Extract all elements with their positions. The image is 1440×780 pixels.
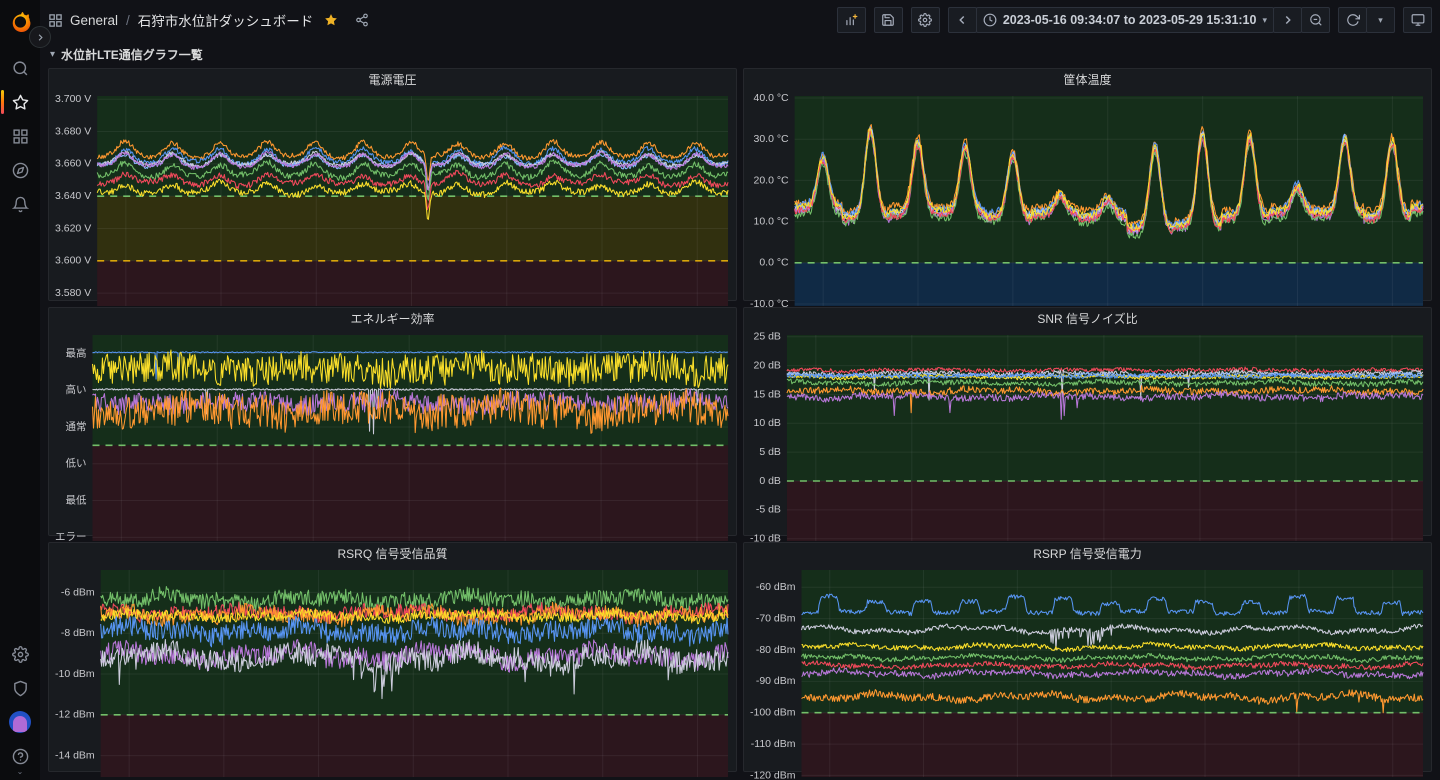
cycle-view-mode-button[interactable] xyxy=(1403,7,1432,33)
panel-title[interactable]: 筐体温度 xyxy=(744,69,1431,92)
panel-rsrp: RSRP 信号受信電力 xyxy=(743,542,1432,772)
sidebar: ⌄ xyxy=(0,0,40,780)
chart-enclosure-temperature[interactable] xyxy=(744,92,1431,323)
time-range-label: 2023-05-16 09:34:07 to 2023-05-29 15:31:… xyxy=(1003,13,1257,27)
chart-rsrp[interactable] xyxy=(744,566,1431,780)
zoom-out-time-button[interactable] xyxy=(1301,7,1330,33)
panel-energy-efficiency: エネルギー効率 xyxy=(48,307,737,536)
grafana-app: ⌄ General / 石狩市水位計ダッシュボード xyxy=(0,0,1440,780)
chart-energy-efficiency[interactable] xyxy=(49,331,736,558)
apps-icon xyxy=(48,13,63,28)
zoom-out-icon xyxy=(1309,13,1323,27)
sidebar-item-user-profile[interactable] xyxy=(0,705,40,739)
dashboards-grid-icon xyxy=(12,128,29,145)
chart-power-voltage[interactable] xyxy=(49,92,736,323)
refresh-interval-button[interactable]: ▾ xyxy=(1366,7,1395,33)
monitor-icon xyxy=(1411,13,1425,27)
sidebar-item-dashboards[interactable] xyxy=(0,119,40,153)
panel-title[interactable]: RSRP 信号受信電力 xyxy=(744,543,1431,566)
share-icon[interactable] xyxy=(355,13,369,27)
help-circle-icon xyxy=(12,748,29,765)
panel-title[interactable]: SNR 信号ノイズ比 xyxy=(744,308,1431,331)
chevron-down-icon: ▾ xyxy=(1378,15,1383,26)
chevron-down-icon: ▾ xyxy=(50,49,55,60)
clock-icon xyxy=(983,13,997,27)
chart-snr[interactable] xyxy=(744,331,1431,558)
panel-title[interactable]: エネルギー効率 xyxy=(49,308,736,331)
sidebar-item-starred[interactable] xyxy=(0,85,40,119)
gear-icon xyxy=(918,13,932,27)
chevron-left-icon xyxy=(955,13,969,27)
panel-rsrq: RSRQ 信号受信品質 xyxy=(48,542,737,772)
row-title: 水位計LTE通信グラフ一覧 xyxy=(61,46,203,63)
refresh-group: ▾ xyxy=(1338,7,1395,33)
time-range-group: 2023-05-16 09:34:07 to 2023-05-29 15:31:… xyxy=(948,7,1330,33)
chart-rsrq[interactable] xyxy=(49,566,736,780)
time-shift-forward-button[interactable] xyxy=(1273,7,1302,33)
save-dashboard-button[interactable] xyxy=(874,7,903,33)
panel-power-voltage: 電源電圧 xyxy=(48,68,737,301)
dashboard-header: General / 石狩市水位計ダッシュボード xyxy=(48,0,1432,40)
header-toolbar: 2023-05-16 09:34:07 to 2023-05-29 15:31:… xyxy=(837,7,1432,33)
sidebar-expand-button[interactable] xyxy=(29,26,51,48)
breadcrumb-separator: / xyxy=(125,13,131,28)
time-shift-back-button[interactable] xyxy=(948,7,977,33)
breadcrumb: General / 石狩市水位計ダッシュボード xyxy=(48,10,369,30)
dashboard-settings-button[interactable] xyxy=(911,7,940,33)
sidebar-item-server-admin[interactable] xyxy=(0,671,40,705)
row-toggle-lte-graphs[interactable]: ▾ 水位計LTE通信グラフ一覧 xyxy=(48,40,1432,68)
time-picker-button[interactable]: 2023-05-16 09:34:07 to 2023-05-29 15:31:… xyxy=(976,7,1274,33)
sidebar-item-configuration[interactable] xyxy=(0,637,40,671)
panel-title[interactable]: 電源電圧 xyxy=(49,69,736,92)
panel-grid: 電源電圧 筐体温度 エネルギー効率 SNR 信号ノイズ比 RSRQ 信号受信品質… xyxy=(48,68,1432,772)
refresh-button[interactable] xyxy=(1338,7,1367,33)
sidebar-item-explore[interactable] xyxy=(0,153,40,187)
compass-icon xyxy=(12,162,29,179)
add-panel-icon xyxy=(844,13,858,27)
gear-icon xyxy=(12,646,29,663)
user-avatar xyxy=(9,711,31,733)
bell-icon xyxy=(12,196,29,213)
grafana-logo-icon[interactable] xyxy=(7,7,33,33)
sidebar-item-alerting[interactable] xyxy=(0,187,40,221)
save-icon xyxy=(881,13,895,27)
breadcrumb-dashboard-title[interactable]: 石狩市水位計ダッシュボード xyxy=(138,10,314,30)
main-content: General / 石狩市水位計ダッシュボード xyxy=(40,0,1440,780)
favorite-star-icon[interactable] xyxy=(324,13,338,27)
panel-snr: SNR 信号ノイズ比 xyxy=(743,307,1432,536)
add-panel-button[interactable] xyxy=(837,7,866,33)
shield-icon xyxy=(12,680,29,697)
breadcrumb-folder[interactable]: General xyxy=(70,13,118,28)
chevron-right-icon xyxy=(1281,13,1295,27)
sidebar-item-search[interactable] xyxy=(0,51,40,85)
star-icon xyxy=(12,94,29,111)
refresh-icon xyxy=(1346,13,1360,27)
panel-title[interactable]: RSRQ 信号受信品質 xyxy=(49,543,736,566)
sidebar-item-help[interactable] xyxy=(0,739,40,773)
search-icon xyxy=(12,60,29,77)
panel-enclosure-temperature: 筐体温度 xyxy=(743,68,1432,301)
chevron-down-icon: ▾ xyxy=(1262,15,1267,26)
